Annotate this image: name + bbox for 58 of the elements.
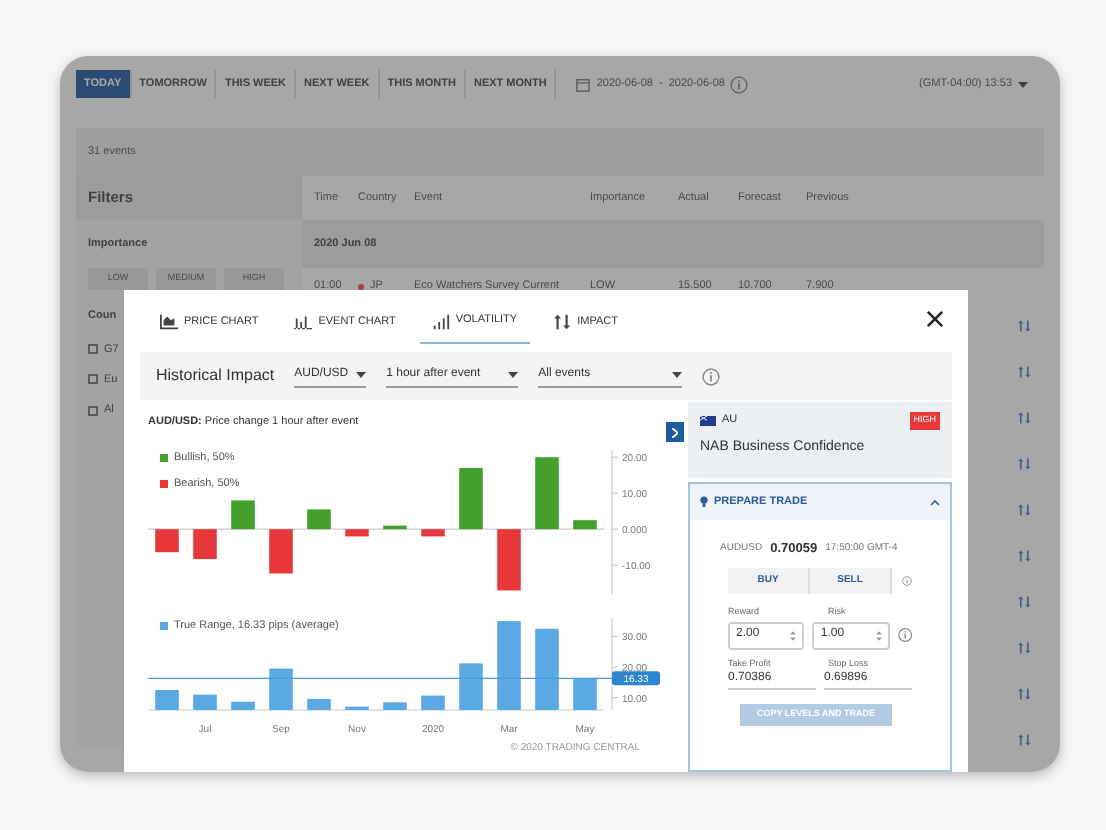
chart-bar	[573, 678, 597, 711]
arrows-icon[interactable]	[1018, 504, 1032, 516]
chart-bar	[535, 629, 559, 711]
caret-icon	[508, 372, 519, 378]
chart-bar	[155, 529, 179, 553]
chart-bar	[269, 529, 293, 574]
arrows-icon[interactable]	[1018, 688, 1032, 700]
chart-bar	[497, 529, 521, 591]
arrows-icon[interactable]	[1018, 458, 1032, 470]
chart-bar	[421, 529, 445, 537]
chart-bar	[193, 529, 217, 560]
arrows-icon[interactable]	[1018, 366, 1032, 378]
average-value-tag	[612, 671, 660, 686]
signal-bars-icon	[431, 313, 450, 329]
chevron-right-icon	[672, 427, 678, 437]
chart-bar	[231, 702, 255, 711]
info-icon[interactable]	[897, 626, 913, 644]
chart-bar	[421, 696, 445, 711]
chart-bar	[535, 457, 559, 530]
chart-bar	[307, 509, 331, 530]
caret-icon	[356, 372, 367, 378]
arrows-icon[interactable]	[1018, 320, 1032, 332]
info-icon[interactable]	[702, 367, 721, 385]
chart-bar	[193, 695, 217, 711]
chart-bar	[269, 669, 293, 711]
historical-impact-title: Historical Impact	[156, 364, 275, 388]
arrows-icon	[553, 314, 572, 330]
spinner-icon	[875, 629, 882, 641]
chart-bar	[231, 500, 255, 530]
chart-bar	[459, 468, 483, 530]
chart-bar	[345, 529, 369, 537]
arrows-icon[interactable]	[1018, 412, 1032, 424]
caret-icon	[930, 499, 940, 505]
chart-bar	[573, 520, 597, 530]
caret-icon	[672, 372, 683, 378]
arrows-icon[interactable]	[1018, 596, 1032, 608]
bar-chart-icon	[294, 314, 313, 330]
chart-bar	[155, 690, 179, 711]
chart-bar	[307, 699, 331, 711]
arrows-icon[interactable]	[1018, 734, 1032, 746]
checkbox[interactable]	[88, 344, 98, 355]
arrows-icon[interactable]	[1018, 550, 1032, 562]
checkbox[interactable]	[88, 374, 98, 385]
chart-bar	[497, 621, 521, 711]
arrows-icon[interactable]	[1018, 642, 1032, 654]
lightbulb-icon	[700, 496, 708, 508]
chart-bar	[459, 663, 483, 711]
info-icon[interactable]	[902, 571, 912, 590]
info-icon[interactable]	[730, 75, 749, 93]
flag-icon	[700, 415, 716, 426]
close-icon[interactable]	[926, 310, 944, 328]
expand-button[interactable]	[666, 422, 684, 442]
checkbox[interactable]	[88, 405, 98, 416]
calendar-icon	[576, 77, 591, 91]
chart-bar	[383, 702, 407, 711]
caret-icon	[1018, 81, 1028, 87]
spinner-icon	[790, 629, 797, 641]
area-chart-icon	[160, 314, 178, 330]
